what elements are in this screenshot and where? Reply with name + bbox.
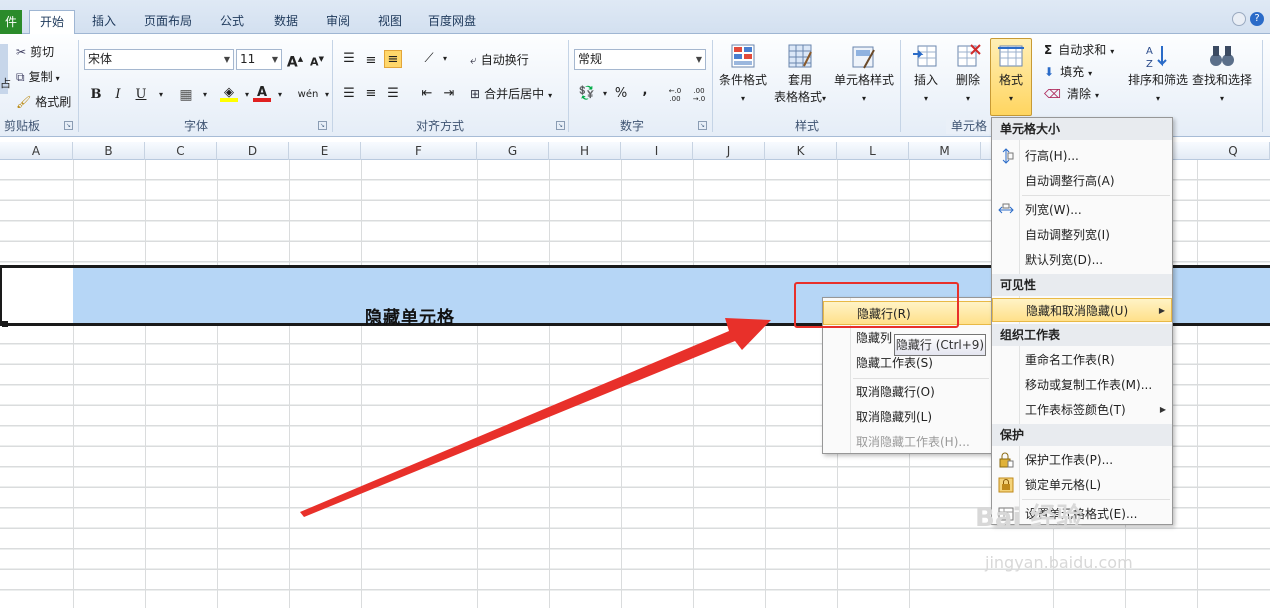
watermark-logo: Bai 经验 [975,503,1083,533]
watermark-url: jingyan.baidu.com [985,553,1133,572]
excel-window: 件 开始 插入 页面布局 公式 数据 审阅 视图 百度网盘 ? 占 ✂ 剪切 ⧉ 复… [0,0,1270,608]
